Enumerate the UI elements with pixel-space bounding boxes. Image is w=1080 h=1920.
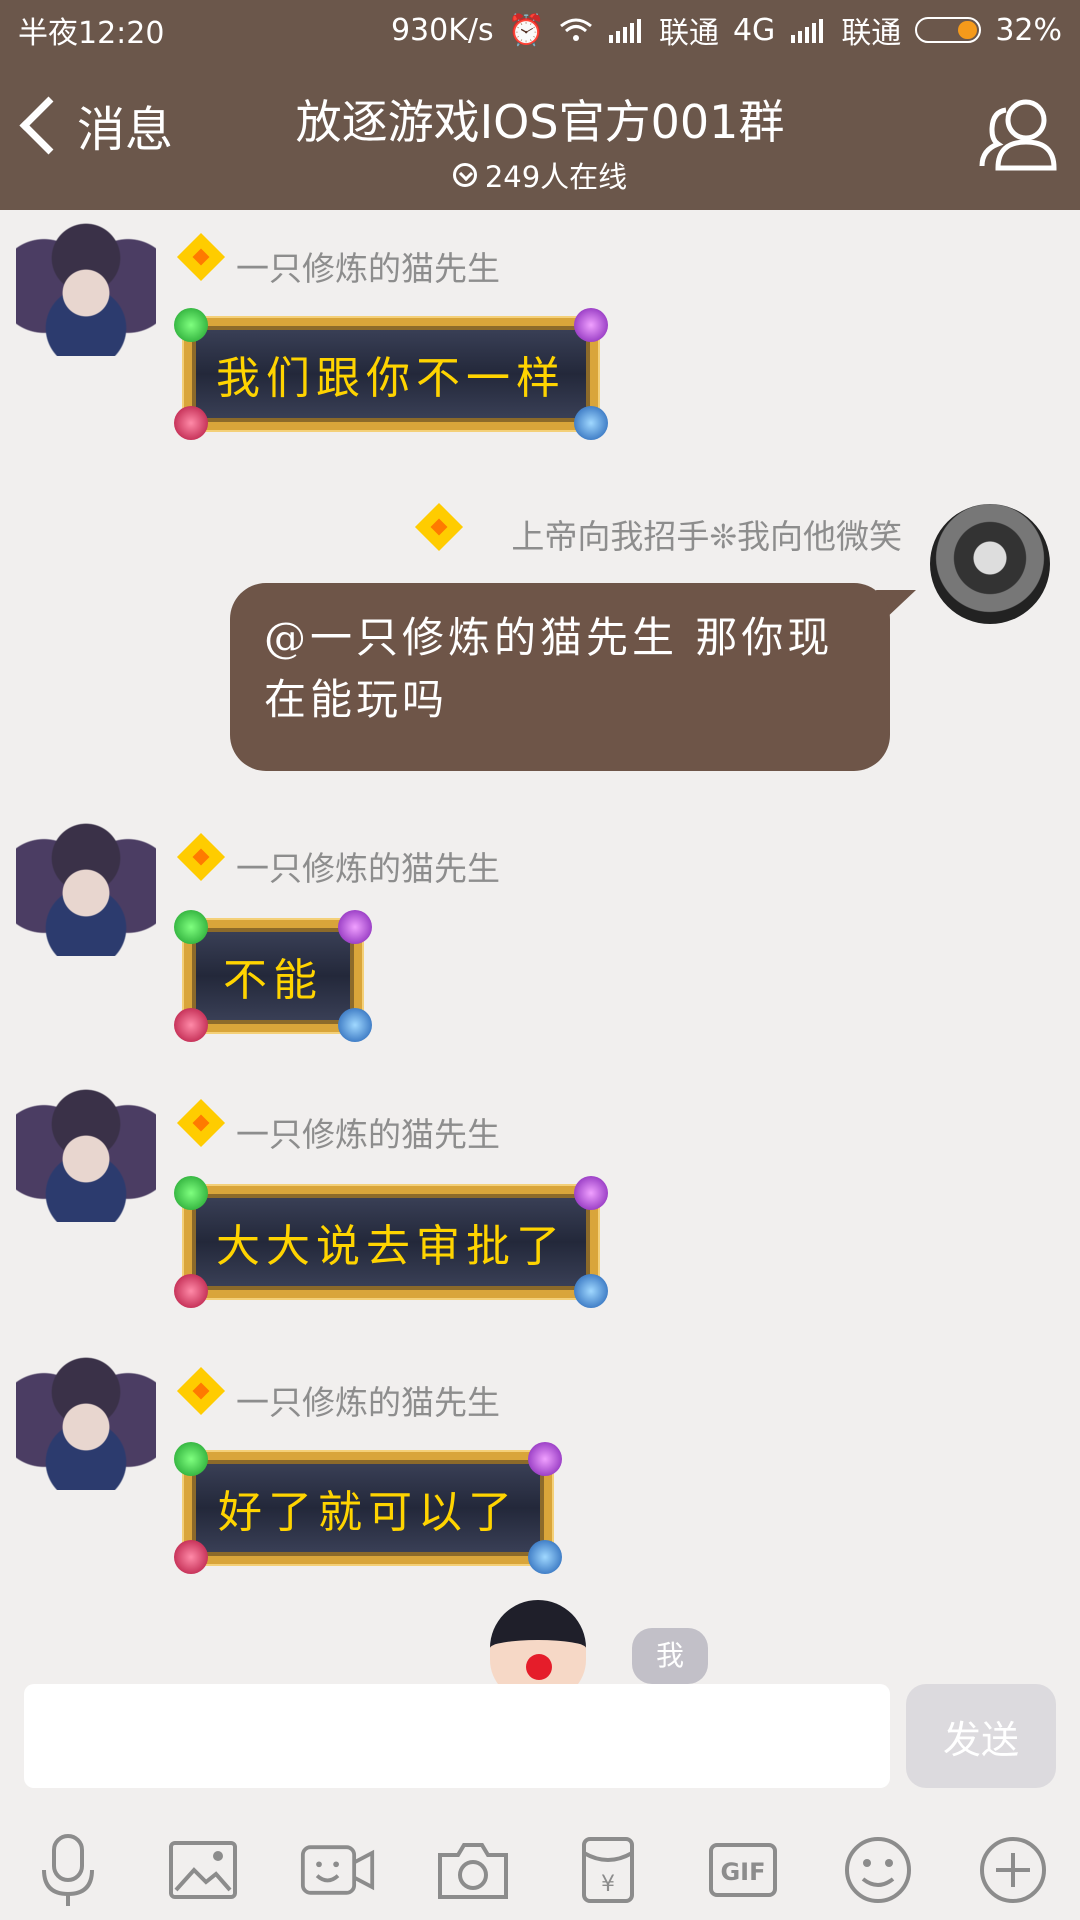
chat-title: 放逐游戏IOS官方001群 [295,95,785,149]
sender-avatar[interactable] [16,216,156,356]
sender-name[interactable]: 一只修炼的猫先生 [236,242,500,290]
gem-decoration-icon [174,406,208,440]
send-button[interactable]: 发送 [906,1684,1056,1788]
gem-decoration-icon [574,308,608,342]
message-text: 大大说去审批了 [216,1221,566,1272]
network-type: 4G [732,12,776,48]
gem-decoration-icon [574,1176,608,1210]
message-text: 不能 [223,955,323,1006]
emoji-icon[interactable] [840,1832,916,1908]
microphone-icon[interactable] [30,1832,106,1908]
member-badge-icon [414,502,464,552]
gem-decoration-icon [528,1442,562,1476]
message-text: 我们跟你不一样 [216,353,566,404]
sender-name[interactable]: 上帝向我招手❊我向他微笑 [511,510,902,558]
gem-decoration-icon [338,910,372,944]
gif-icon[interactable]: GIF [705,1832,781,1908]
online-count: 249人在线 [484,160,628,194]
message-bubble[interactable]: 不能 [174,910,372,1042]
gem-decoration-icon [174,1008,208,1042]
alarm-icon: ⏰ [507,12,545,48]
gem-decoration-icon [338,1008,372,1042]
signal-icon-2 [791,19,824,43]
gem-decoration-icon [174,1176,208,1210]
wifi-icon [560,18,592,41]
sender-name[interactable]: 一只修炼的猫先生 [236,842,500,890]
sender-avatar[interactable] [16,816,156,956]
gem-decoration-icon [528,1540,562,1574]
signal-icon [608,19,641,43]
my-avatar[interactable] [930,504,1050,624]
carrier-label-2: 联通 [841,16,902,51]
message-input[interactable] [24,1684,890,1788]
sender-name[interactable]: 一只修炼的猫先生 [236,1108,500,1156]
message-bubble[interactable]: 我们跟你不一样 [174,308,608,440]
message-text: 好了就可以了 [218,1487,518,1538]
input-toolbar: ¥ GIF [0,1820,1080,1920]
status-bar: 半夜12:20 930K/s ⏰ 联通 4G 联通 32% [0,0,1080,60]
video-call-icon[interactable] [300,1832,376,1908]
gem-decoration-icon [174,910,208,944]
message-bubble[interactable]: 大大说去审批了 [174,1176,608,1308]
title-bar: 消息 放逐游戏IOS官方001群 249人在线 [0,60,1080,210]
member-badge-icon [176,832,226,882]
online-indicator[interactable]: 249人在线 [0,154,1080,196]
red-packet-icon[interactable]: ¥ [570,1832,646,1908]
chevron-down-circle-icon [452,163,477,187]
gem-decoration-icon [174,1442,208,1476]
clown-nose-icon [526,1654,552,1680]
floating-sticker[interactable] [478,1588,598,1684]
svg-text:¥: ¥ [601,1872,615,1897]
status-time: 半夜12:20 [18,16,165,51]
group-members-icon[interactable] [978,90,1064,176]
battery-percent: 32% [995,12,1062,48]
gem-decoration-icon [574,1274,608,1308]
status-right: 930K/s ⏰ 联通 4G 联通 32% [391,8,1062,52]
gem-decoration-icon [174,308,208,342]
sender-avatar[interactable] [16,1350,156,1490]
svg-text:GIF: GIF [720,1858,765,1886]
member-badge-icon [176,1366,226,1416]
battery-fill [958,21,978,39]
member-badge-icon [176,1098,226,1148]
member-badge-icon [176,232,226,282]
camera-icon[interactable] [435,1832,511,1908]
battery-icon [915,17,982,43]
gem-decoration-icon [574,406,608,440]
gem-decoration-icon [174,1540,208,1574]
net-speed: 930K/s [390,12,494,48]
sender-avatar[interactable] [16,1082,156,1222]
me-tag[interactable]: 我 [632,1628,708,1684]
carrier-label: 联通 [658,16,719,51]
sender-name[interactable]: 一只修炼的猫先生 [236,1376,500,1424]
image-icon[interactable] [165,1832,241,1908]
composer: 发送 ¥ GIF [0,1684,1080,1920]
message-bubble[interactable]: @一只修炼的猫先生 那你现在能玩吗 [230,583,890,771]
plus-icon[interactable] [975,1832,1051,1908]
message-bubble[interactable]: 好了就可以了 [174,1442,562,1574]
gem-decoration-icon [174,1274,208,1308]
